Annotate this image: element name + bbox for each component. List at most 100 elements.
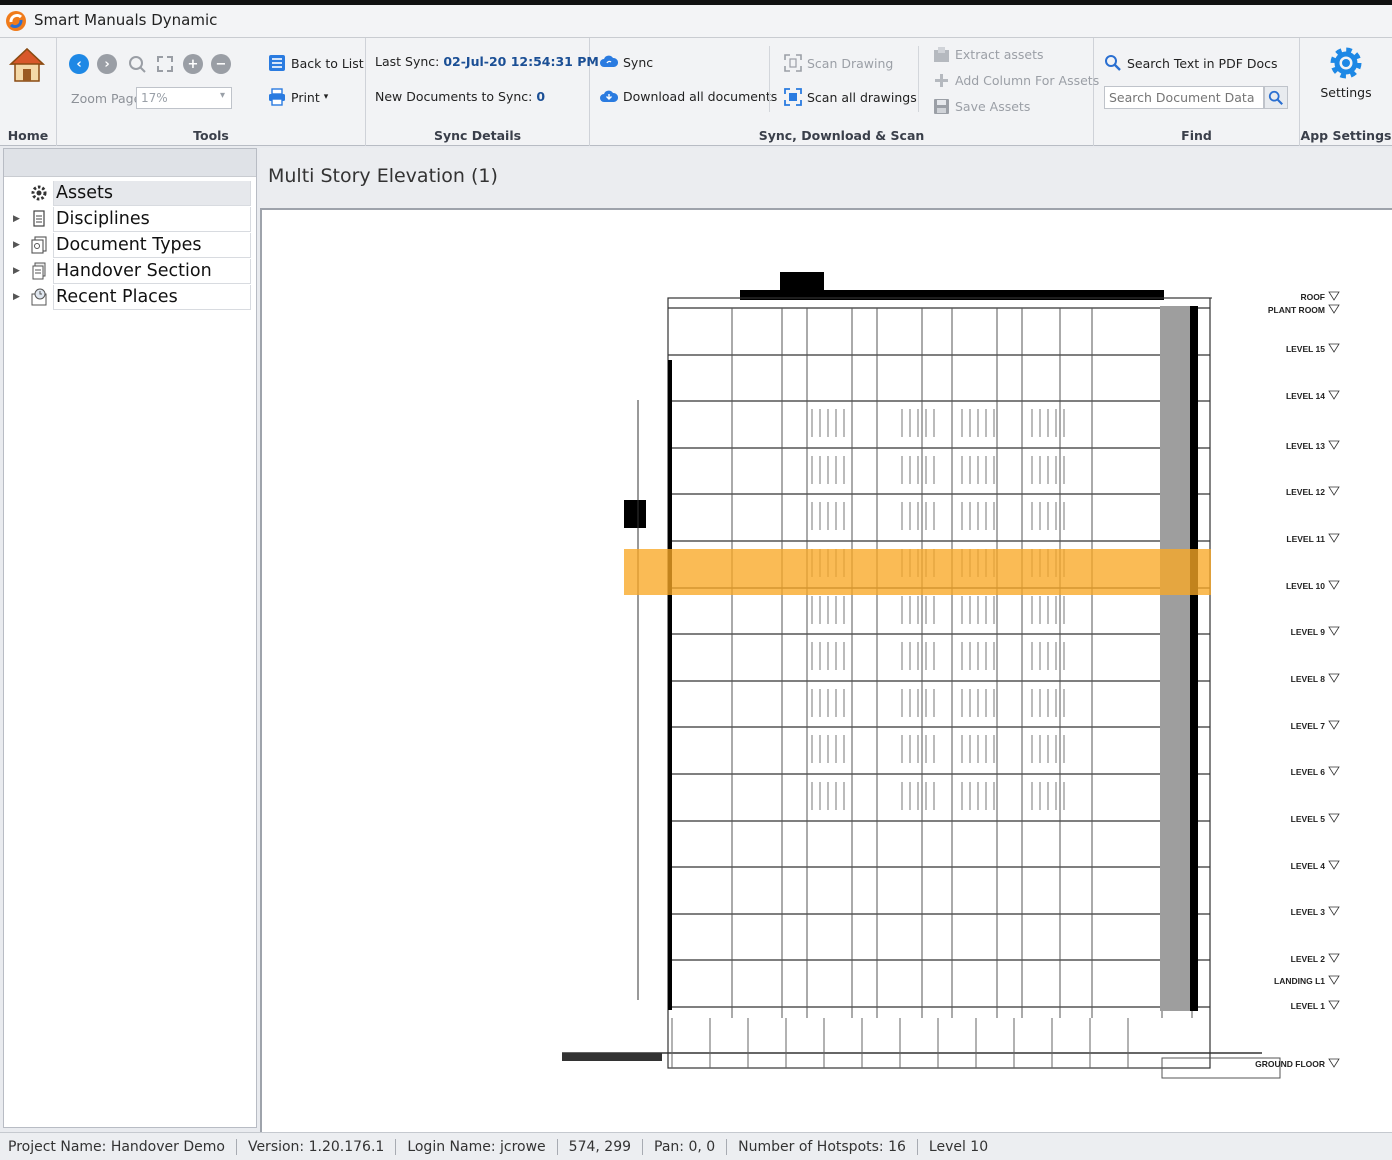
level-label: LEVEL 6 <box>1291 767 1326 777</box>
fit-page-button[interactable] <box>155 54 175 78</box>
search-pdf-button[interactable]: Search Text in PDF Docs <box>1104 54 1278 72</box>
print-button[interactable]: Print ▾ <box>268 88 328 106</box>
balcony-block <box>624 500 646 528</box>
tree-item-handover-section[interactable]: ▶ Handover Section <box>4 258 256 284</box>
scan-all-icon <box>784 88 802 106</box>
search-pdf-label: Search Text in PDF Docs <box>1127 55 1278 71</box>
level-label: LEVEL 9 <box>1291 627 1326 637</box>
level-label: GROUND FLOOR <box>1255 1059 1325 1069</box>
sync-button[interactable]: Sync <box>600 54 653 70</box>
level-label: LEVEL 4 <box>1291 861 1326 871</box>
gear-icon <box>1330 47 1362 79</box>
level-hotspot-highlight[interactable] <box>624 549 1211 595</box>
zoom-select[interactable]: 17% ▾ <box>136 87 232 109</box>
dropdown-caret-icon: ▾ <box>323 92 329 102</box>
find-group-label: Find <box>1181 128 1212 143</box>
sync-label: Sync <box>623 54 654 70</box>
search-document-input[interactable] <box>1104 86 1264 109</box>
tree-item-recent-places[interactable]: ▶ Recent Places <box>4 284 256 310</box>
search-submit-button[interactable] <box>1264 86 1288 109</box>
extract-assets-button[interactable]: Extract assets <box>933 46 1044 63</box>
add-column-button[interactable]: Add Column For Assets <box>933 72 1099 89</box>
extract-assets-label: Extract assets <box>955 47 1044 62</box>
ground-step <box>562 1053 662 1061</box>
expand-icon <box>157 56 173 72</box>
back-to-list-label: Back to List <box>291 55 364 71</box>
level-marker-icon <box>1328 906 1340 916</box>
home-button[interactable] <box>8 46 48 86</box>
search-icon <box>1105 55 1121 71</box>
level-marker-icon <box>1328 440 1340 450</box>
ribbon-group-sync-download-scan: Sync Download all documents Scan Drawing… <box>590 38 1099 146</box>
status-pan: Pan: 0, 0 <box>643 1138 728 1155</box>
building-outline <box>562 272 1281 1079</box>
navigation-tree: Assets ▶ Disciplines ▶ Document Types ▶ <box>4 177 256 310</box>
settings-button[interactable]: Settings <box>1308 44 1384 106</box>
minus-icon: − <box>211 54 231 74</box>
zoom-in-button[interactable]: + <box>183 54 203 74</box>
level-marker-icon <box>1328 813 1340 823</box>
status-version: Version: 1.20.176.1 <box>237 1138 397 1155</box>
home-icon <box>9 47 45 82</box>
scan-drawing-label: Scan Drawing <box>807 55 894 71</box>
save-assets-label: Save Assets <box>955 99 1031 114</box>
status-level: Level 10 <box>928 1138 989 1155</box>
scan-all-label: Scan all drawings <box>807 89 917 105</box>
nav-forward-button[interactable]: › <box>97 54 117 74</box>
level-label: LEVEL 13 <box>1286 441 1325 451</box>
level-label: LEVEL 1 <box>1291 1001 1326 1011</box>
elevation-drawing[interactable]: ROOF PLANT ROOM LEVEL 15 LEVEL 14 LEVEL 13 LE… <box>262 210 1392 1132</box>
nav-back-button[interactable]: ‹ <box>69 54 89 74</box>
navigation-panel-header <box>4 149 256 177</box>
structural-column <box>668 360 672 1010</box>
zoom-fit-button[interactable] <box>127 54 147 78</box>
tree-item-disciplines[interactable]: ▶ Disciplines <box>4 206 256 232</box>
arrow-left-icon: ‹ <box>69 54 89 74</box>
level-label: LEVEL 7 <box>1291 721 1326 731</box>
expand-arrow-icon[interactable]: ▶ <box>13 292 27 302</box>
level-marker-icon <box>1328 291 1340 301</box>
zoom-out-button[interactable]: − <box>211 54 231 74</box>
download-all-button[interactable]: Download all documents <box>600 88 777 104</box>
ribbon-group-home: Home <box>0 38 57 146</box>
building-outline <box>667 297 1211 1069</box>
document-header: Multi Story Elevation (1) <box>260 148 1392 210</box>
level-label: ROOF <box>1300 292 1325 302</box>
level-marker-icon <box>1328 673 1340 683</box>
save-assets-button[interactable]: Save Assets <box>933 98 1030 115</box>
printer-icon <box>269 88 285 106</box>
level-marker-icon <box>1328 766 1340 776</box>
title-bar: Smart Manuals Dynamic <box>0 0 1392 38</box>
level-label: LANDING L1 <box>1274 976 1325 986</box>
tree-item-label: Assets <box>53 180 251 206</box>
expand-arrow-icon[interactable]: ▶ <box>13 266 27 276</box>
level-marker-icon <box>1328 580 1340 590</box>
new-docs-value: 0 <box>536 89 546 104</box>
zoom-label: Zoom Page <box>71 91 142 106</box>
expand-arrow-icon[interactable]: ▶ <box>13 214 27 224</box>
asset-gear-icon <box>29 183 49 203</box>
level-label: LEVEL 15 <box>1286 344 1325 354</box>
level-marker-icon <box>1328 1058 1340 1068</box>
ribbon-group-app-settings: Settings App Settings <box>1300 38 1392 146</box>
level-marker-icon <box>1328 953 1340 963</box>
tree-item-assets[interactable]: Assets <box>4 180 256 206</box>
document-icon <box>29 209 49 229</box>
zoom-fit-icon <box>129 56 146 73</box>
drawing-viewer[interactable]: ROOF PLANT ROOM LEVEL 15 LEVEL 14 LEVEL 13 LE… <box>260 210 1392 1132</box>
chevron-down-icon: ▾ <box>219 90 225 101</box>
expand-arrow-icon[interactable]: ▶ <box>13 240 27 250</box>
tree-item-label: Document Types <box>53 232 251 258</box>
app-settings-group-label: App Settings <box>1300 128 1392 143</box>
scan-all-drawings-button[interactable]: Scan all drawings <box>784 88 917 106</box>
scan-drawing-button[interactable]: Scan Drawing <box>784 54 893 72</box>
level-marker-icon <box>1328 486 1340 496</box>
tree-item-document-types[interactable]: ▶ Document Types <box>4 232 256 258</box>
last-sync-text: Last Sync: 02-Jul-20 12:54:31 PM <box>375 54 599 69</box>
back-to-list-button[interactable]: Back to List <box>268 54 364 72</box>
level-marker-icon <box>1328 304 1340 314</box>
last-sync-value: 02-Jul-20 12:54:31 PM <box>443 54 599 69</box>
arrow-right-icon: › <box>97 54 117 74</box>
status-bar: Project Name: Handover Demo Version: 1.2… <box>0 1132 1392 1160</box>
tools-group-label: Tools <box>193 128 229 143</box>
